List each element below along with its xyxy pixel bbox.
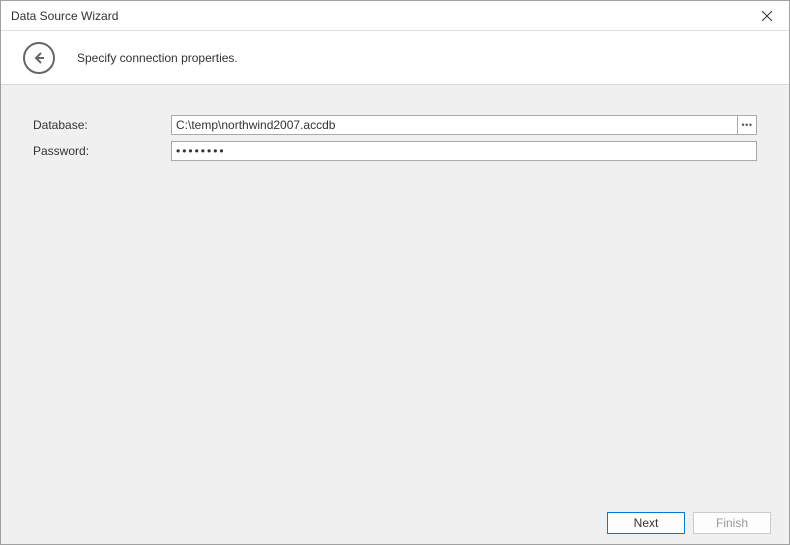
arrow-left-icon xyxy=(31,50,47,66)
wizard-footer: Next Finish xyxy=(1,502,789,544)
close-button[interactable] xyxy=(744,1,789,31)
next-button[interactable]: Next xyxy=(607,512,685,534)
wizard-subtitle: Specify connection properties. xyxy=(77,51,238,65)
close-icon xyxy=(762,11,772,21)
finish-button: Finish xyxy=(693,512,771,534)
database-input[interactable] xyxy=(171,115,737,135)
password-input[interactable] xyxy=(171,141,757,161)
wizard-window: Data Source Wizard Specify connection pr… xyxy=(0,0,790,545)
password-row: Password: xyxy=(33,141,757,161)
titlebar: Data Source Wizard xyxy=(1,1,789,31)
password-label: Password: xyxy=(33,144,171,158)
wizard-header: Specify connection properties. xyxy=(1,31,789,85)
browse-button[interactable]: ••• xyxy=(737,115,757,135)
password-input-wrapper xyxy=(171,141,757,161)
ellipsis-icon: ••• xyxy=(742,121,753,130)
back-button[interactable] xyxy=(23,42,55,74)
database-row: Database: ••• xyxy=(33,115,757,135)
database-label: Database: xyxy=(33,118,171,132)
database-input-wrapper: ••• xyxy=(171,115,757,135)
window-title: Data Source Wizard xyxy=(11,9,118,23)
wizard-content: Database: ••• Password: xyxy=(1,85,789,502)
